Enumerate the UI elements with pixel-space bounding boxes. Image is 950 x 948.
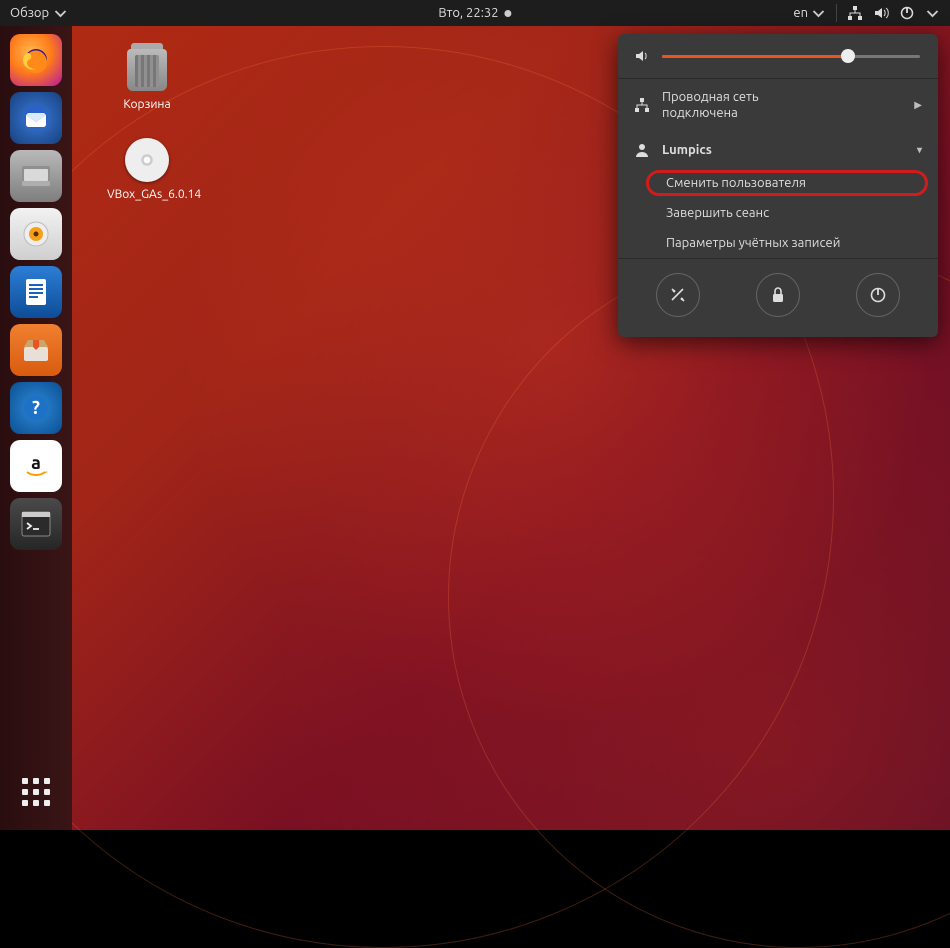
dock: ? a [0,26,72,830]
action-icons-row [618,259,938,337]
clock-button[interactable]: Вто, 22:32 [438,6,511,20]
dock-app-firefox[interactable] [10,34,62,86]
network-icon [847,5,863,21]
volume-fill [662,55,848,58]
trash-icon [127,49,167,91]
menu-item-network[interactable]: Проводная сеть подключена ▶ [618,79,938,132]
show-applications-button[interactable] [10,766,62,818]
dock-app-rhythmbox[interactable] [10,208,62,260]
dropdown-icon [925,6,940,21]
disc-icon [125,138,169,182]
desktop-icon-trash[interactable]: Корзина [107,46,187,112]
dock-app-writer[interactable] [10,266,62,318]
system-status-area[interactable] [847,5,940,21]
switch-user-label: Сменить пользователя [666,176,806,190]
writer-icon [21,276,51,308]
network-label-2: подключена [662,105,759,121]
rhythmbox-icon [21,219,51,249]
desktop-icon-label: Корзина [107,98,187,112]
amazon-icon: a [21,451,51,481]
svg-text:?: ? [32,398,40,418]
settings-button[interactable] [656,273,700,317]
power-icon [899,5,915,21]
dropdown-icon [811,6,826,21]
network-icon [634,97,650,113]
system-menu-popover: Проводная сеть подключена ▶ Lumpics ▾ См… [618,34,938,337]
dock-app-terminal[interactable] [10,498,62,550]
power-icon [869,286,887,304]
dock-app-software[interactable] [10,324,62,376]
user-label: Lumpics [662,143,712,157]
volume-icon [634,48,650,64]
menu-item-account-settings[interactable]: Параметры учётных записей [618,228,938,258]
dock-app-amazon[interactable]: a [10,440,62,492]
dock-app-thunderbird[interactable] [10,92,62,144]
logout-label: Завершить сеанс [666,206,769,220]
lock-icon [770,286,786,304]
network-label-1: Проводная сеть [662,89,759,105]
dock-app-files[interactable] [10,150,62,202]
account-settings-label: Параметры учётных записей [666,236,840,250]
volume-icon [873,5,889,21]
dock-app-help[interactable]: ? [10,382,62,434]
power-button[interactable] [856,273,900,317]
chevron-down-icon: ▾ [917,144,922,156]
volume-slider[interactable] [662,55,920,58]
top-bar: Обзор Вто, 22:32 en [0,0,950,26]
settings-icon [669,286,687,304]
svg-text:a: a [31,453,41,473]
notification-dot-icon [505,10,512,17]
help-icon: ? [21,393,51,423]
firefox-icon [19,43,53,77]
menu-item-user[interactable]: Lumpics ▾ [618,132,938,168]
language-label: en [793,6,808,20]
chevron-right-icon: ▶ [914,99,922,111]
thunderbird-icon [20,102,52,134]
clock-label: Вто, 22:32 [438,6,498,20]
menu-item-switch-user[interactable]: Сменить пользователя [618,168,938,198]
language-indicator[interactable]: en [793,6,826,21]
files-icon [19,161,53,191]
activities-button[interactable]: Обзор [10,6,68,21]
divider [836,4,837,22]
volume-thumb[interactable] [841,49,855,63]
lock-button[interactable] [756,273,800,317]
user-icon [634,142,650,158]
software-icon [19,335,53,365]
menu-item-logout[interactable]: Завершить сеанс [618,198,938,228]
dropdown-icon [53,6,68,21]
desktop-icon-cd[interactable]: VBox_GAs_6.0.14 [107,136,187,202]
desktop-screen: Обзор Вто, 22:32 en [0,0,950,830]
terminal-icon [20,510,52,538]
volume-row [618,34,938,78]
desktop-icon-label: VBox_GAs_6.0.14 [107,188,187,202]
activities-label: Обзор [10,6,49,20]
